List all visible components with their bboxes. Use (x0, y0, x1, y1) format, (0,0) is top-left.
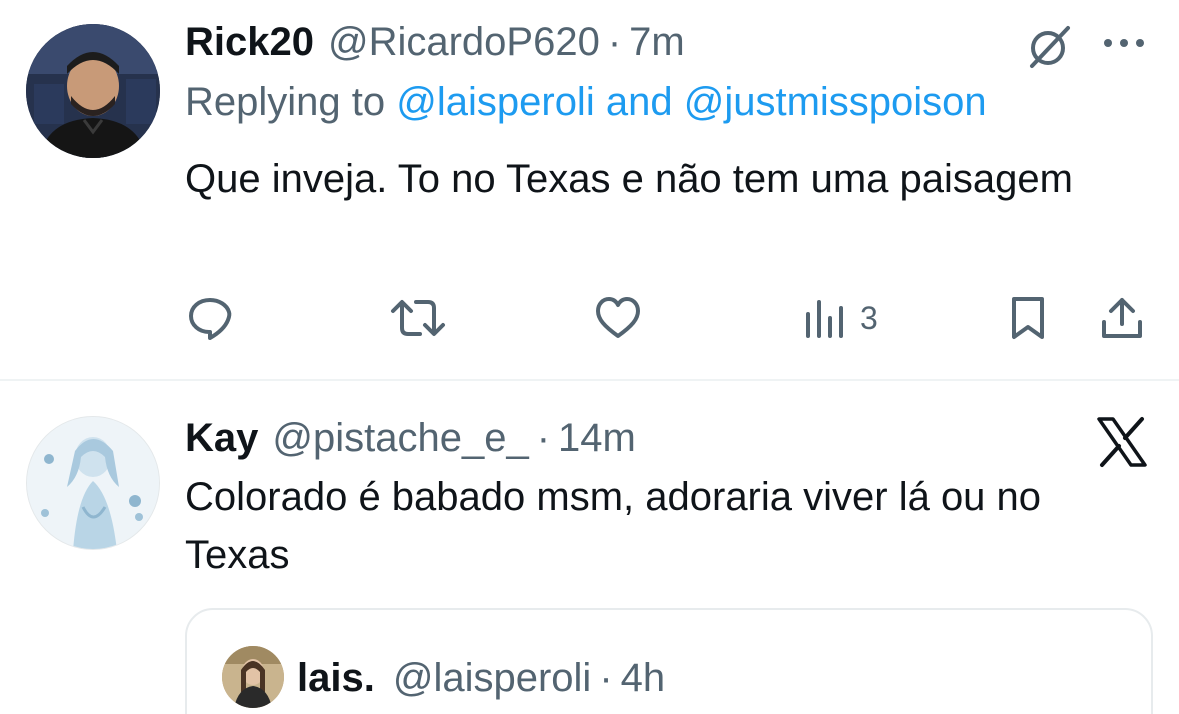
views-count: 3 (860, 299, 878, 336)
tweet-time[interactable]: 7m (629, 20, 685, 65)
reply-mention-justmisspoison[interactable]: @justmisspoison (684, 80, 987, 124)
tweet-rick20[interactable]: Rick20 @RicardoP620 · 7m Replying to @la… (0, 0, 1179, 380)
avatar-kay[interactable] (26, 416, 160, 550)
replying-to: Replying to @laisperoli and @justmisspoi… (185, 80, 987, 125)
reply-mention-laisperoli[interactable]: @laisperoli (396, 80, 594, 124)
reply-and[interactable]: and (606, 80, 673, 124)
avatar-rick20[interactable] (26, 24, 160, 158)
quoted-separator-dot: · (599, 656, 613, 700)
tweet-text-kay: Colorado é babado msm, adoraria viver lá… (185, 475, 1042, 577)
x-logo-icon[interactable] (1096, 416, 1148, 468)
quoted-tweet-header: lais. @laisperoli · 4h (297, 656, 665, 701)
retweet-icon (391, 300, 445, 336)
separator-dot-kay: · (536, 416, 551, 460)
action-bar: 3 (0, 290, 1179, 346)
share-icon (1102, 298, 1142, 338)
avatar-kay-image (27, 417, 159, 549)
avatar-rick20-image (26, 24, 160, 158)
retweet-button[interactable] (390, 290, 446, 346)
like-icon (596, 297, 640, 338)
quoted-tweet-time[interactable]: 4h (621, 656, 666, 701)
author-handle[interactable]: @RicardoP620 (328, 20, 600, 65)
views-icon (806, 300, 843, 338)
views-button[interactable]: 3 (800, 290, 878, 346)
tweet-text: Que inveja. To no Texas e não tem uma pa… (185, 157, 1073, 201)
more-icon[interactable] (1100, 28, 1148, 58)
quoted-author-handle[interactable]: @laisperoli (393, 656, 591, 701)
quoted-author-name[interactable]: lais. (297, 656, 375, 701)
separator-dot: · (607, 20, 622, 64)
author-name-kay[interactable]: Kay (185, 416, 258, 461)
author-name[interactable]: Rick20 (185, 20, 314, 65)
avatar-lais[interactable] (222, 646, 284, 708)
bookmark-icon (1012, 297, 1044, 339)
grok-icon[interactable] (1026, 22, 1074, 70)
share-button[interactable] (1098, 290, 1146, 346)
like-button[interactable] (594, 290, 642, 346)
tweet-header: Rick20 @RicardoP620 · 7m (185, 20, 685, 65)
author-handle-kay[interactable]: @pistache_e_ (272, 416, 528, 461)
tweet-header-kay: Kay @pistache_e_ · 14m (185, 416, 636, 461)
tweet-time-kay[interactable]: 14m (558, 416, 636, 461)
avatar-lais-image (222, 646, 284, 708)
reply-icon (189, 298, 232, 340)
bookmark-button[interactable] (1004, 290, 1052, 346)
reply-button[interactable] (186, 290, 234, 346)
replying-prefix: Replying to (185, 80, 386, 124)
